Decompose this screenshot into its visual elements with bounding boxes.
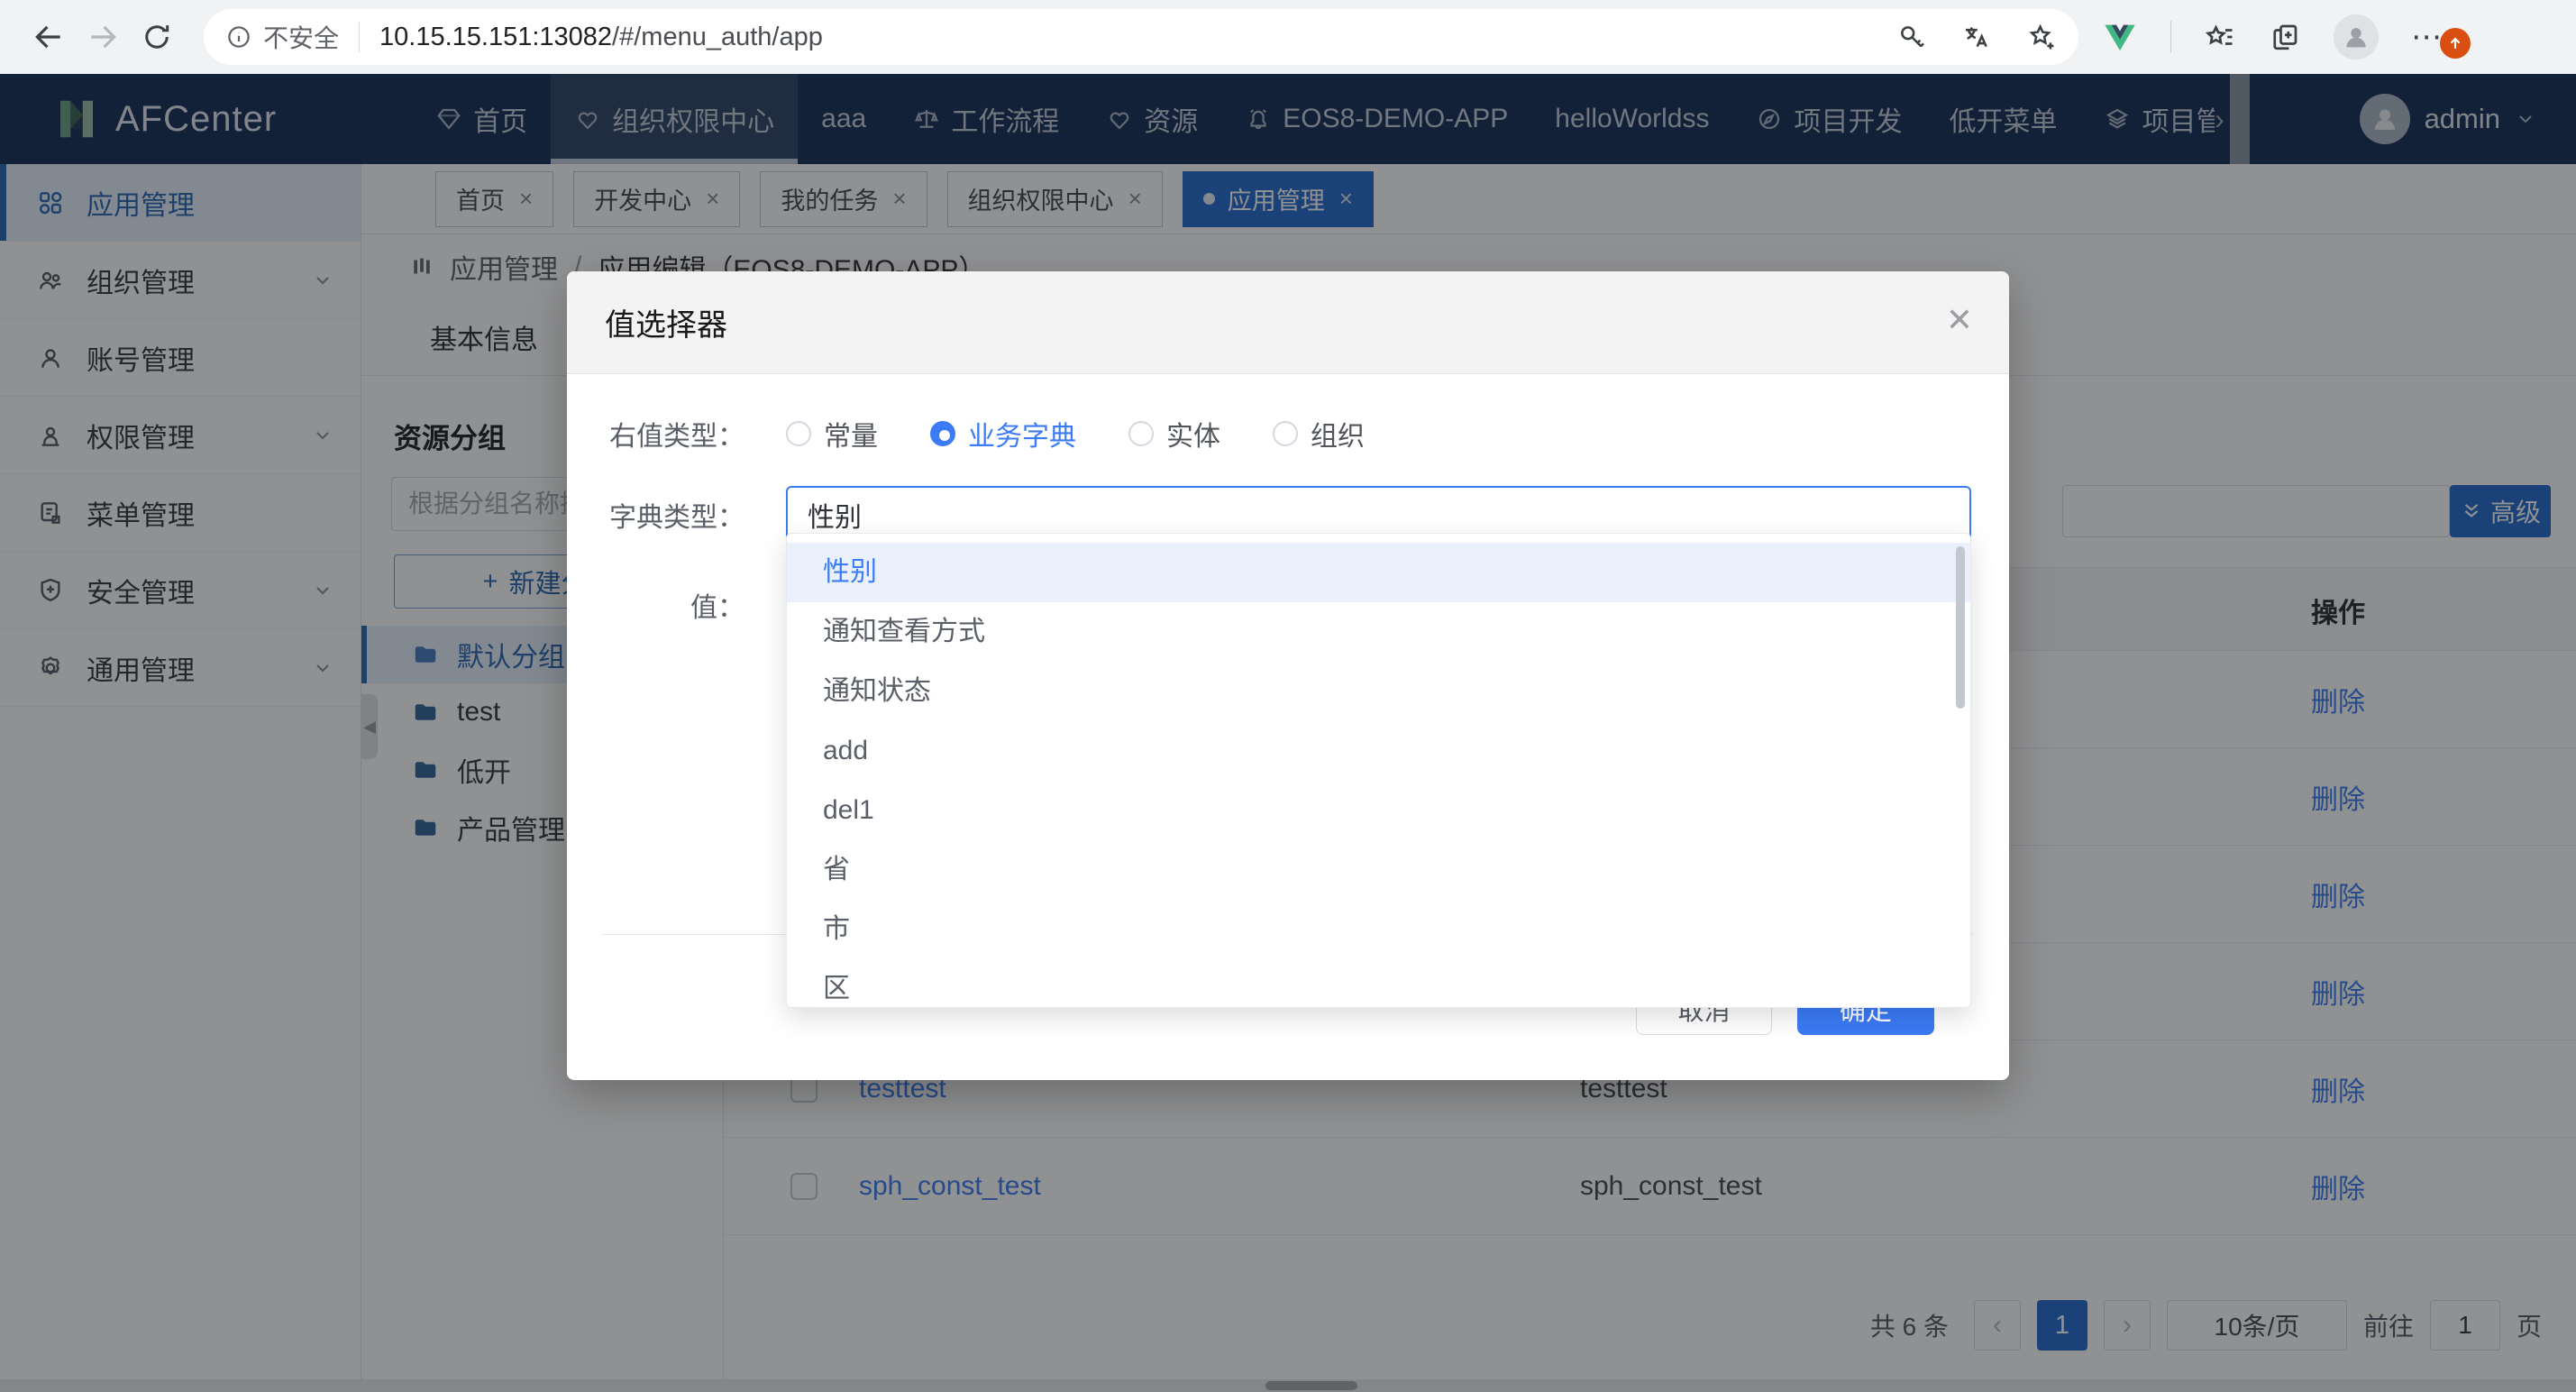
reload-icon [141,21,173,53]
value-label: 值： [567,585,744,625]
radio-circle [1273,421,1298,446]
favorites-bar-icon[interactable] [2204,21,2236,53]
url-text: 10.15.15.151:13082/#/menu_auth/app [379,23,823,52]
dropdown-scrollbar-thumb[interactable] [1956,546,1965,709]
dropdown-option-add[interactable]: add [787,721,1970,781]
browser-forward-button[interactable] [76,10,130,64]
update-badge [2440,28,2471,59]
browser-chrome: 不安全 10.15.15.151:13082/#/menu_auth/app ⋯ [0,0,2576,74]
dropdown-option-notify-status[interactable]: 通知状态 [787,662,1970,721]
dropdown-option-del1[interactable]: del1 [787,781,1970,840]
arrow-up-icon [2446,34,2464,52]
translate-icon[interactable] [1961,22,1992,52]
browser-back-button[interactable] [22,10,76,64]
radio-business-dict[interactable]: 业务字典 [930,414,1076,453]
address-divider [359,22,360,52]
radio-label: 常量 [824,414,878,453]
radio-label: 组织 [1311,414,1365,453]
app-page: AFCenter 首页 组织权限中心 aaa 工作流程 资源 [0,74,2576,1392]
collections-icon[interactable] [2269,21,2301,53]
modal-title: 值选择器 [605,300,727,344]
toolbar-divider [2170,21,2171,53]
password-key-icon[interactable] [1896,22,1927,52]
bookmark-star-add-icon[interactable] [2026,22,2057,52]
dropdown-option-city[interactable]: 市 [787,900,1970,959]
url-host: 10.15.15.151:13082 [379,23,612,51]
radio-label: 业务字典 [968,414,1076,453]
dict-type-dropdown: 性别 通知查看方式 通知状态 add del1 省 市 区 [786,533,1971,1008]
ellipsis-icon: ⋯ [2411,20,2444,54]
type-label: 右值类型： [567,414,744,453]
info-icon [225,23,252,50]
dropdown-option-district[interactable]: 区 [787,959,1970,1008]
radio-label: 实体 [1166,414,1220,453]
url-path: /#/menu_auth/app [612,23,823,51]
radio-organization[interactable]: 组织 [1273,414,1365,453]
browser-reload-button[interactable] [130,10,184,64]
browser-profile-avatar[interactable] [2334,14,2379,60]
right-value-type-row: 右值类型： 常量 业务字典 实体 组织 [567,414,2009,453]
security-label: 不安全 [263,19,339,55]
dropdown-option-gender[interactable]: 性别 [787,543,1970,602]
user-icon [2341,22,2371,52]
dropdown-option-province[interactable]: 省 [787,840,1970,900]
dict-type-label: 字典类型： [567,495,744,535]
radio-constant[interactable]: 常量 [786,414,878,453]
modal-header: 值选择器 ✕ [567,271,2009,374]
browser-menu-button[interactable]: ⋯ [2411,19,2458,55]
radio-circle [1128,421,1154,446]
vue-devtools-icon[interactable] [2102,19,2138,55]
close-icon[interactable]: ✕ [1946,304,1973,336]
site-security[interactable]: 不安全 [225,19,339,55]
address-bar[interactable]: 不安全 10.15.15.151:13082/#/menu_auth/app [204,9,2078,65]
type-radio-group: 常量 业务字典 实体 组织 [786,414,1365,453]
dropdown-option-notify-view[interactable]: 通知查看方式 [787,602,1970,662]
radio-circle [930,421,955,446]
arrow-right-icon [86,20,120,54]
arrow-left-icon [32,20,66,54]
radio-entity[interactable]: 实体 [1128,414,1220,453]
radio-circle [786,421,811,446]
